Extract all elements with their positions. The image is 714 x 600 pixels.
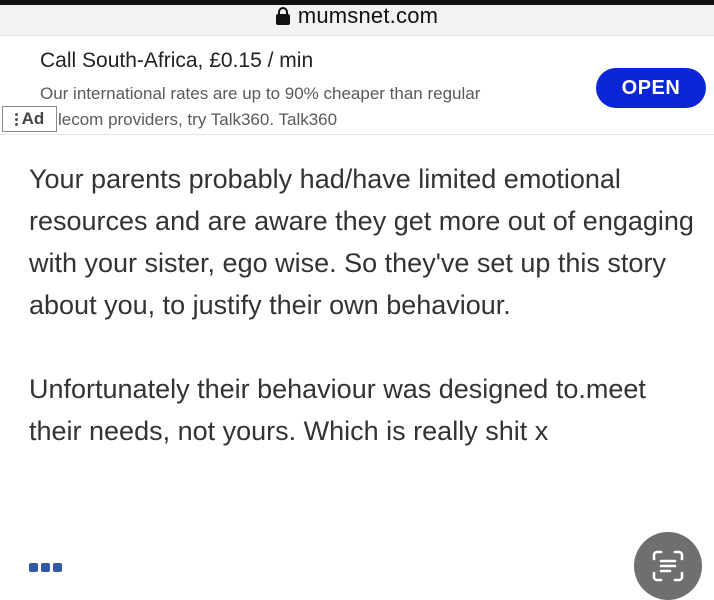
post-paragraph: Unfortunately their behaviour was design… [29,374,646,446]
post-body: Your parents probably had/have limited e… [29,158,699,452]
text-scan-button[interactable] [634,532,702,600]
ad-banner[interactable]: Call South-Africa, £0.15 / min Our inter… [0,35,714,135]
lock-icon [275,7,290,25]
post-paragraph: Your parents probably had/have limited e… [29,164,694,320]
page: mumsnet.com Call South-Africa, £0.15 / m… [0,0,714,600]
kebab-menu-icon [14,112,18,126]
ad-description-line2-wrap: lecom providers, try Talk360. Talk360 [40,107,560,133]
url-text[interactable]: mumsnet.com [298,3,438,29]
ad-brand: Talk360 [278,110,338,129]
ad-badge-label: Ad [21,109,45,128]
ad-description-line2: lecom providers, try Talk360. [58,110,275,129]
ad-open-button[interactable]: OPEN [596,68,706,108]
ad-description-line1: Our international rates are up to 90% ch… [40,84,481,103]
ad-choices-badge[interactable]: Ad [2,106,57,132]
ad-title[interactable]: Call South-Africa, £0.15 / min [40,49,313,73]
address-bar[interactable]: mumsnet.com [0,3,714,35]
address-bar-content: mumsnet.com [275,3,438,29]
text-scan-icon [652,550,684,582]
ad-description: Our international rates are up to 90% ch… [40,81,560,133]
more-dots-icon[interactable] [29,563,62,572]
